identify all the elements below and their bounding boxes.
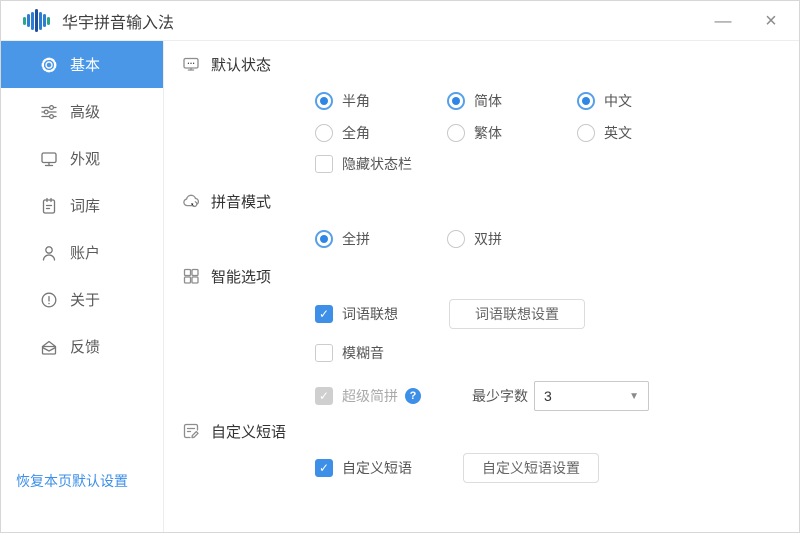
- sidebar-item-about[interactable]: 关于: [1, 276, 163, 323]
- settings-panel: 默认状态 半角 简体 中文 全角 繁体: [164, 41, 799, 532]
- hide-statusbar-row: 隐藏状态栏: [315, 153, 412, 175]
- custom-phrases-settings-button[interactable]: 自定义短语设置: [463, 453, 599, 483]
- cloud-sync-icon: [181, 191, 201, 211]
- app-logo-icon: [23, 9, 50, 33]
- checkbox-word-association[interactable]: ✓: [315, 305, 333, 323]
- help-icon[interactable]: ?: [405, 388, 421, 404]
- word-association-settings-button[interactable]: 词语联想设置: [449, 299, 585, 329]
- radio-label: 半角: [342, 91, 370, 111]
- radio-half-width[interactable]: [315, 92, 333, 110]
- checkbox-custom-phrases[interactable]: ✓: [315, 459, 333, 477]
- sidebar-item-basic[interactable]: 基本: [1, 41, 163, 88]
- gear-icon: [39, 55, 59, 75]
- titlebar: 华宇拼音输入法 — ×: [1, 1, 799, 41]
- sidebar-item-appearance[interactable]: 外观: [1, 135, 163, 182]
- custom-phrases-row: ✓ 自定义短语 自定义短语设置: [315, 452, 599, 484]
- app-window: 华宇拼音输入法 — × 基本 高级: [0, 0, 800, 533]
- monitor-icon: [39, 149, 59, 169]
- radio-label: 英文: [604, 123, 632, 143]
- sidebar-item-label: 反馈: [70, 336, 100, 357]
- grid-icon: [181, 266, 201, 286]
- info-icon: [39, 290, 59, 310]
- statusbar-icon: [181, 54, 201, 74]
- checkbox-label: 超级简拼: [342, 386, 398, 406]
- default-state-row-1: 半角 简体 中文: [315, 90, 632, 112]
- word-association-row: ✓ 词语联想 词语联想设置: [315, 298, 585, 330]
- radio-label: 简体: [474, 91, 502, 111]
- section-title: 拼音模式: [211, 191, 271, 212]
- default-state-row-2: 全角 繁体 英文: [315, 122, 632, 144]
- section-default-state: 默认状态: [181, 52, 271, 76]
- section-smart-options: 智能选项: [181, 264, 271, 288]
- checkbox-fuzzy-sound[interactable]: [315, 344, 333, 362]
- chevron-down-icon: ▼: [629, 391, 639, 402]
- super-simple-row: ✓ 超级简拼 ? 最少字数 3 ▼: [315, 381, 649, 411]
- user-icon: [39, 243, 59, 263]
- sidebar-item-advanced[interactable]: 高级: [1, 88, 163, 135]
- radio-label: 全拼: [342, 229, 370, 249]
- section-custom-phrases: 自定义短语: [181, 419, 286, 443]
- radio-traditional[interactable]: [447, 124, 465, 142]
- radio-label: 全角: [342, 123, 370, 143]
- sidebar-item-label: 词库: [70, 195, 100, 216]
- min-chars-select[interactable]: 3 ▼: [534, 381, 649, 411]
- section-title: 智能选项: [211, 266, 271, 287]
- feedback-mail-icon: [39, 337, 59, 357]
- min-chars-value: 3: [544, 388, 552, 404]
- checkbox-hide-statusbar[interactable]: [315, 155, 333, 173]
- sidebar-item-label: 关于: [70, 289, 100, 310]
- radio-label: 双拼: [474, 229, 502, 249]
- min-chars-label: 最少字数: [472, 386, 528, 406]
- section-pinyin-mode: 拼音模式: [181, 189, 271, 213]
- checkbox-label: 自定义短语: [342, 458, 412, 478]
- sidebar-item-account[interactable]: 账户: [1, 229, 163, 276]
- sidebar-item-dictionary[interactable]: 词库: [1, 182, 163, 229]
- sidebar-item-label: 基本: [70, 54, 100, 75]
- restore-defaults-link[interactable]: 恢复本页默认设置: [16, 471, 128, 491]
- sidebar: 基本 高级 外观: [1, 41, 164, 532]
- radio-double-pinyin[interactable]: [447, 230, 465, 248]
- radio-simplified[interactable]: [447, 92, 465, 110]
- radio-english[interactable]: [577, 124, 595, 142]
- close-button[interactable]: ×: [755, 6, 787, 36]
- radio-full-width[interactable]: [315, 124, 333, 142]
- sidebar-item-label: 高级: [70, 101, 100, 122]
- checkbox-label: 词语联想: [342, 304, 398, 324]
- dictionary-icon: [39, 196, 59, 216]
- radio-full-pinyin[interactable]: [315, 230, 333, 248]
- radio-label: 中文: [604, 91, 632, 111]
- sidebar-item-label: 账户: [70, 242, 100, 263]
- checkbox-super-simple: ✓: [315, 387, 333, 405]
- pinyin-mode-row: 全拼 双拼: [315, 228, 577, 250]
- checkbox-label: 隐藏状态栏: [342, 154, 412, 174]
- radio-chinese[interactable]: [577, 92, 595, 110]
- app-title: 华宇拼音输入法: [62, 9, 174, 33]
- section-title: 默认状态: [211, 54, 271, 75]
- sliders-icon: [39, 102, 59, 122]
- minimize-button[interactable]: —: [707, 6, 739, 36]
- edit-document-icon: [181, 421, 201, 441]
- sidebar-item-label: 外观: [70, 148, 100, 169]
- checkbox-label: 模糊音: [342, 343, 384, 363]
- fuzzy-sound-row: 模糊音: [315, 342, 384, 364]
- sidebar-item-feedback[interactable]: 反馈: [1, 323, 163, 370]
- radio-label: 繁体: [474, 123, 502, 143]
- section-title: 自定义短语: [211, 421, 286, 442]
